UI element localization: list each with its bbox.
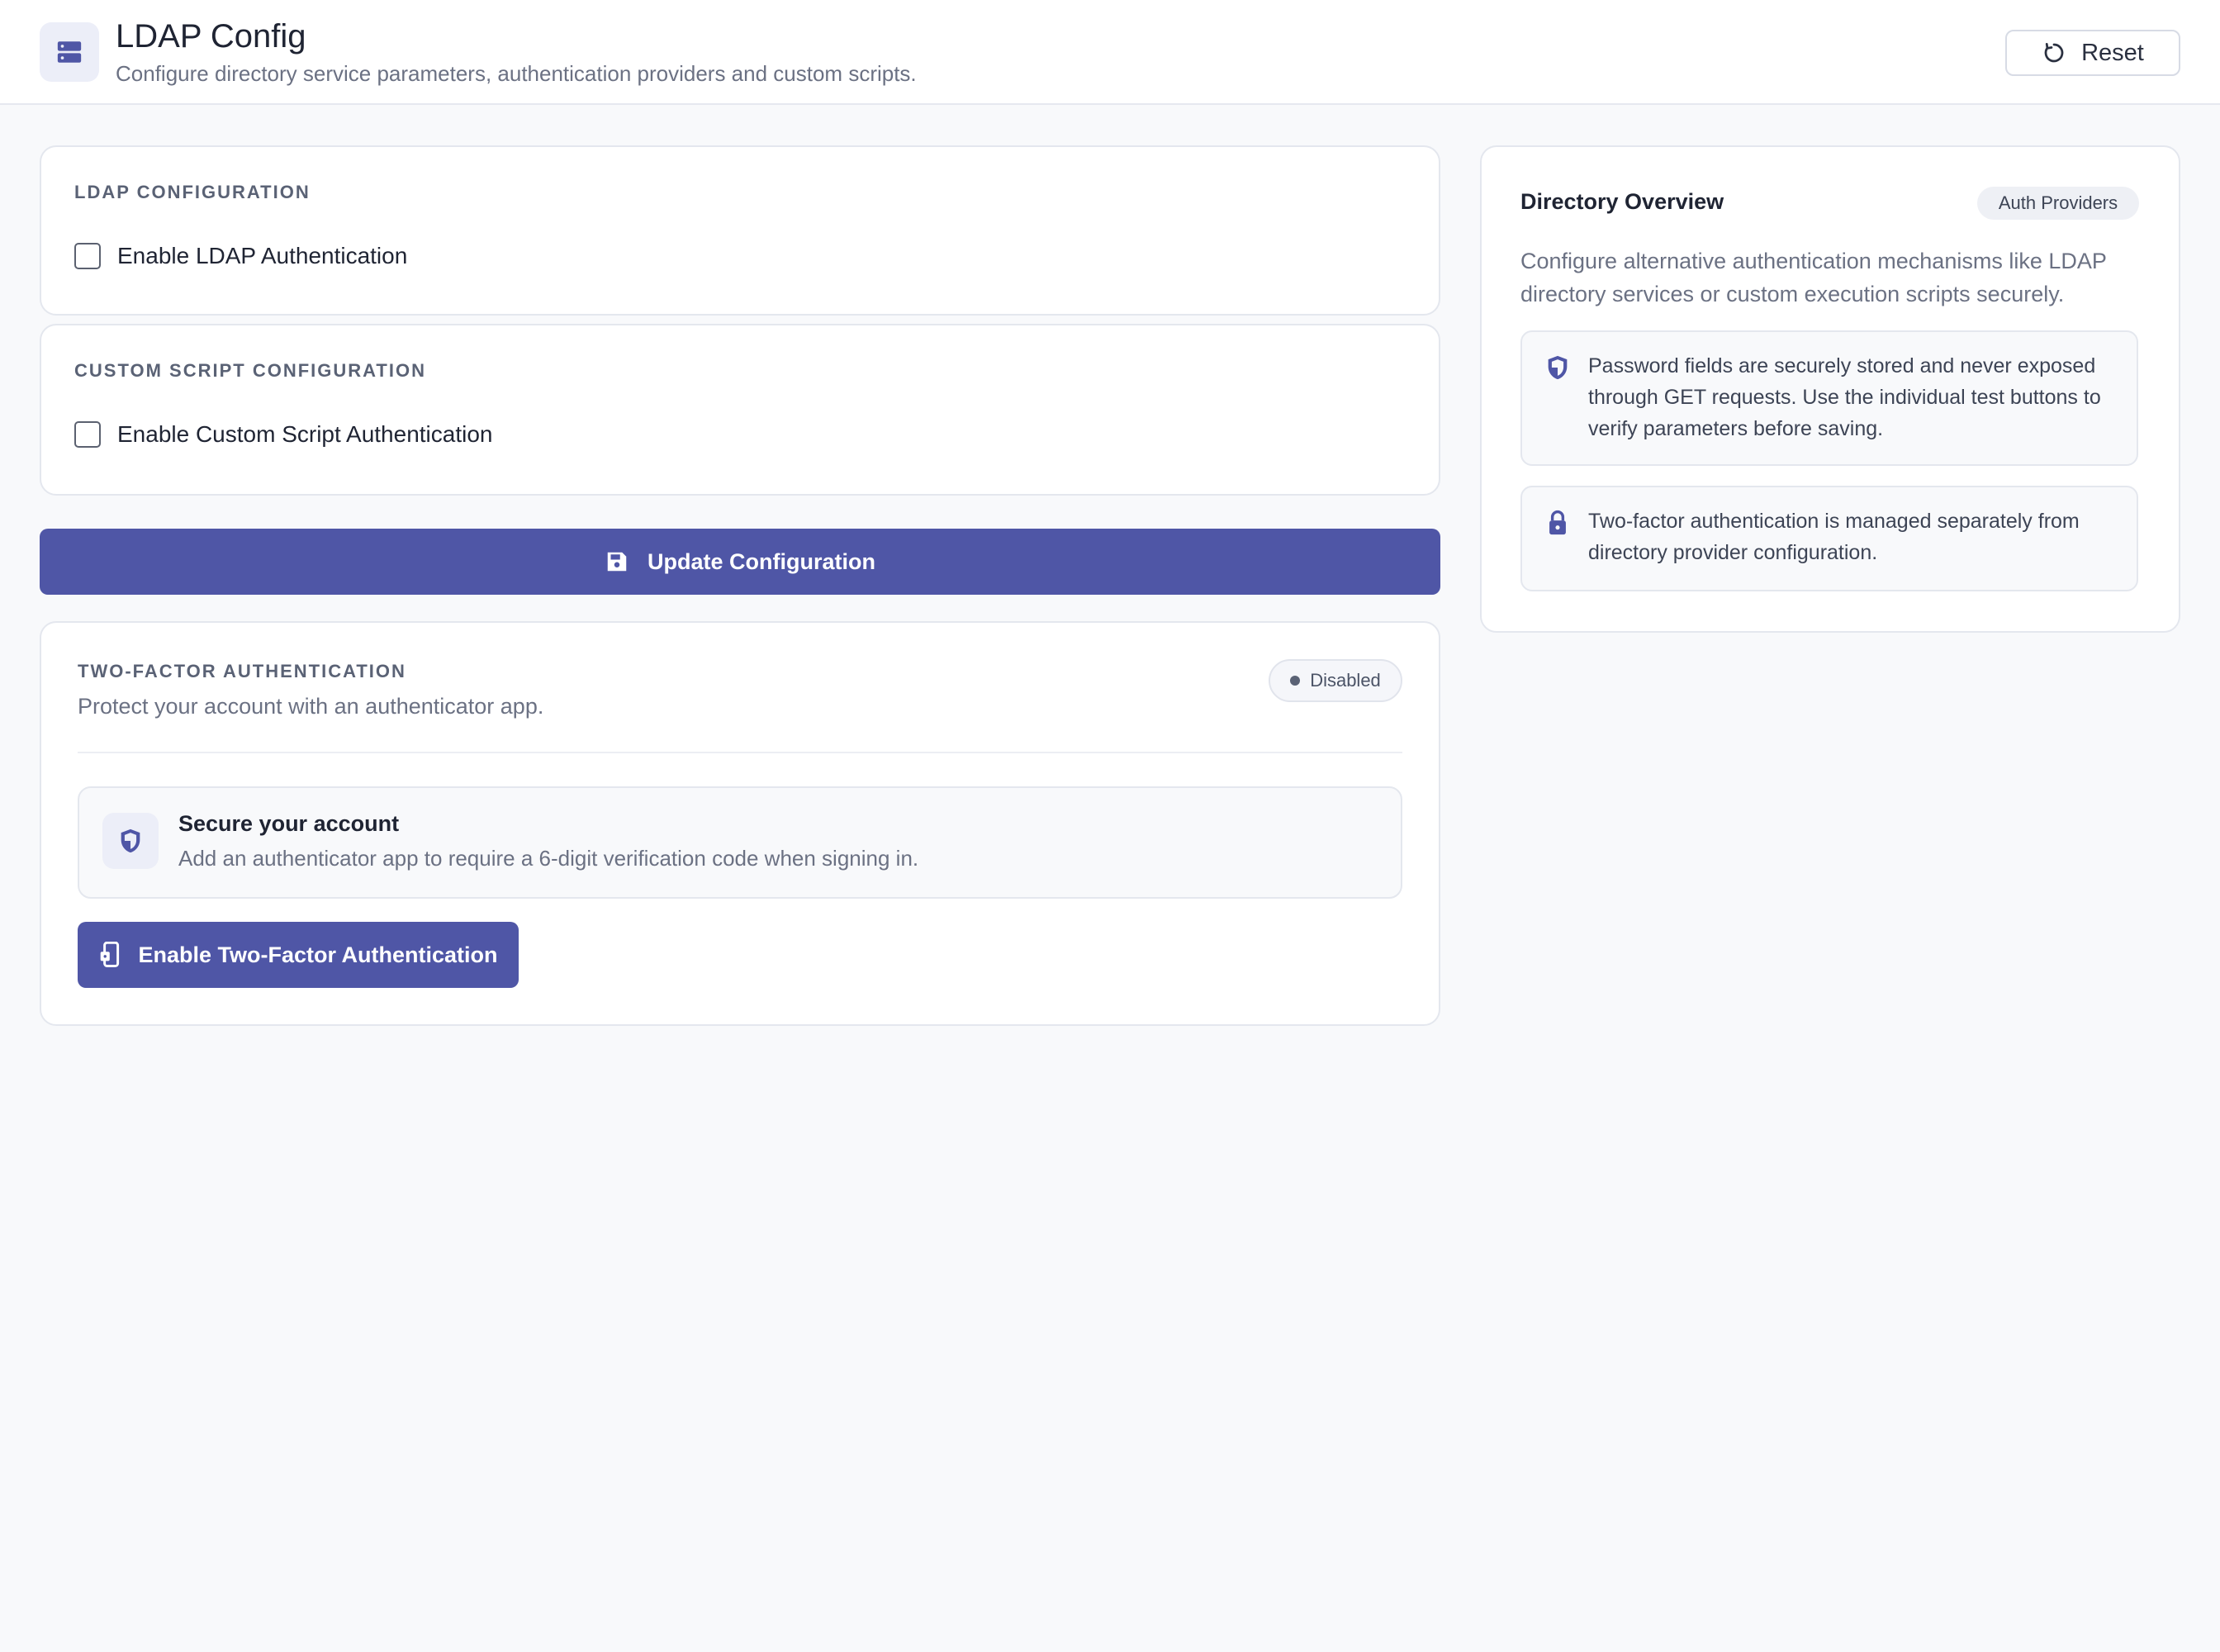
password-security-note: Password fields are securely stored and …: [1520, 330, 2138, 466]
update-configuration-button[interactable]: Update Configuration: [40, 529, 1440, 595]
ldap-enable-label: Enable LDAP Authentication: [117, 243, 408, 268]
directory-overview-description: Configure alternative authentication mec…: [1520, 249, 2107, 306]
custom-script-enable-checkbox[interactable]: [74, 421, 101, 448]
lock-icon: [1544, 509, 1572, 537]
secure-account-text: Add an authenticator app to require a 6-…: [178, 846, 919, 871]
save-icon: [605, 549, 629, 574]
custom-script-section-title: CUSTOM SCRIPT CONFIGURATION: [74, 360, 426, 381]
page-title: LDAP Config: [116, 18, 306, 55]
reset-button[interactable]: Reset: [2005, 30, 2180, 76]
refresh-icon: [2042, 40, 2066, 65]
phone-icon: [98, 942, 123, 968]
reset-button-label: Reset: [2081, 39, 2144, 66]
custom-script-enable-toggle[interactable]: Enable Custom Script Authentication: [74, 421, 492, 448]
custom-script-card: CUSTOM SCRIPT CONFIGURATION Enable Custo…: [40, 324, 1440, 496]
page-subtitle: Configure directory service parameters, …: [116, 61, 917, 86]
directory-overview-title: Directory Overview: [1520, 189, 1724, 214]
ldap-section-title: LDAP CONFIGURATION: [74, 182, 311, 202]
server-icon: [40, 22, 99, 82]
app-header: LDAP Config Configure directory service …: [0, 0, 2220, 105]
two-factor-note-text: Two-factor authentication is managed sep…: [1588, 510, 2080, 564]
ldap-config-card: LDAP CONFIGURATION Enable LDAP Authentic…: [40, 145, 1440, 316]
custom-script-enable-label: Enable Custom Script Authentication: [117, 421, 493, 447]
ldap-enable-checkbox[interactable]: [74, 243, 101, 269]
enable-two-factor-button[interactable]: Enable Two-Factor Authentication: [78, 922, 519, 988]
enable-two-factor-label: Enable Two-Factor Authentication: [138, 942, 498, 967]
two-factor-section-title: TWO-FACTOR AUTHENTICATION: [78, 661, 406, 681]
divider: [78, 752, 1402, 753]
two-factor-description: Protect your account with an authenticat…: [78, 694, 544, 719]
password-security-note-text: Password fields are securely stored and …: [1588, 354, 2101, 440]
status-dot: [1290, 676, 1301, 686]
auth-providers-badge: Auth Providers: [1977, 187, 2139, 220]
shield-icon: [1544, 354, 1572, 382]
status-badge: Disabled: [1269, 659, 1402, 702]
two-factor-note: Two-factor authentication is managed sep…: [1520, 486, 2138, 591]
ldap-enable-toggle[interactable]: Enable LDAP Authentication: [74, 243, 407, 269]
shield-icon: [102, 813, 159, 869]
update-configuration-label: Update Configuration: [648, 548, 875, 574]
secure-account-callout: Secure your account Add an authenticator…: [78, 786, 1402, 899]
status-badge-label: Disabled: [1310, 670, 1381, 691]
secure-account-title: Secure your account: [178, 811, 400, 836]
